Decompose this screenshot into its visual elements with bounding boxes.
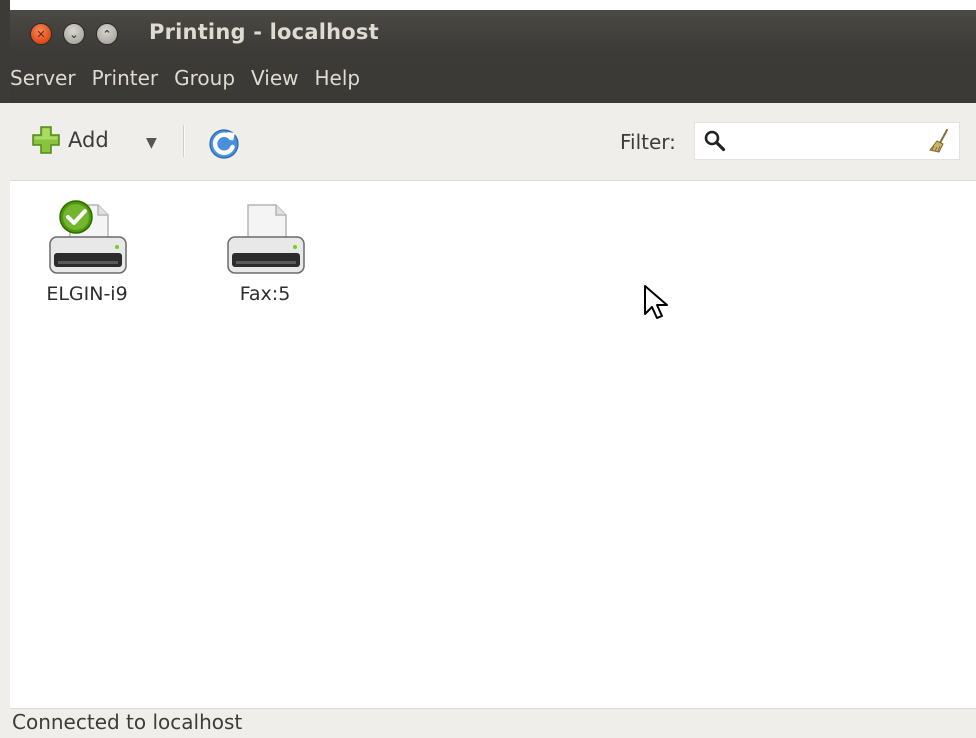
- menu-help[interactable]: Help: [315, 62, 369, 98]
- filter-box: [694, 122, 960, 160]
- mouse-cursor-icon: [644, 285, 668, 319]
- toolbar-separator: [183, 125, 185, 157]
- printer-item-fax[interactable]: Fax:5: [200, 201, 330, 305]
- desktop-edge: [0, 0, 10, 738]
- menu-bar: Server Printer Group View Help: [10, 62, 368, 98]
- filter-input[interactable]: [731, 127, 925, 157]
- printer-icon-view: ELGIN-i9 Fax:5: [10, 181, 976, 708]
- printer-label: Fax:5: [239, 283, 291, 305]
- status-bar: Connected to localhost: [10, 708, 976, 738]
- plus-icon: [32, 126, 60, 154]
- printing-window: ✕ ⌄ ⌃ Printing - localhost Server Printe…: [10, 10, 976, 738]
- clear-broom-icon[interactable]: [927, 128, 953, 154]
- menu-server[interactable]: Server: [10, 62, 84, 98]
- toolbar: Add ▼ Filter:: [10, 103, 976, 181]
- close-icon[interactable]: ✕: [30, 23, 52, 45]
- status-text: Connected to localhost: [12, 710, 243, 734]
- menu-group[interactable]: Group: [174, 62, 243, 98]
- desktop-edge-dark: [0, 0, 10, 103]
- printer-icon: [227, 204, 305, 274]
- printer-label: ELGIN-i9: [46, 283, 128, 305]
- maximize-icon[interactable]: ⌃: [96, 23, 118, 45]
- filter-label: Filter:: [620, 130, 676, 154]
- menu-printer[interactable]: Printer: [92, 62, 167, 98]
- printer-item-elgin[interactable]: ELGIN-i9: [22, 200, 152, 305]
- refresh-icon[interactable]: [207, 125, 243, 161]
- add-label: Add: [68, 128, 109, 152]
- search-icon[interactable]: [703, 129, 727, 153]
- default-check-icon: [59, 200, 93, 234]
- title-bar: ✕ ⌄ ⌃ Printing - localhost Server Printe…: [10, 10, 976, 103]
- dropdown-arrow-icon[interactable]: ▼: [146, 135, 157, 151]
- menu-view[interactable]: View: [251, 62, 306, 98]
- minimize-icon[interactable]: ⌄: [63, 23, 85, 45]
- window-title: Printing - localhost: [149, 20, 379, 44]
- add-button[interactable]: Add: [30, 123, 109, 157]
